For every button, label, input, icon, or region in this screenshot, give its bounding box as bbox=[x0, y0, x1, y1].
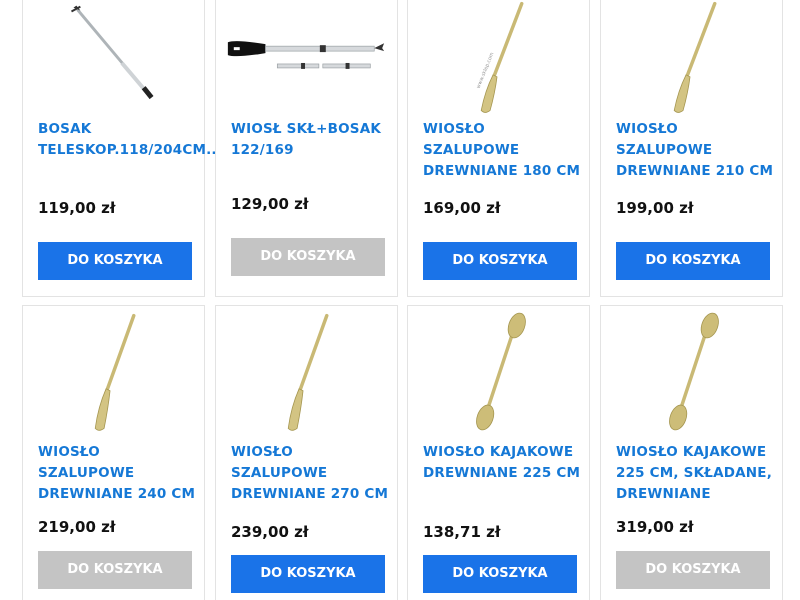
product-image[interactable]: www.sklep.com bbox=[408, 1, 589, 121]
product-title[interactable]: BOSAK TELESKOP.118/204CM.. bbox=[38, 119, 217, 161]
folding-paddle-boathook-icon bbox=[227, 41, 385, 69]
product-title-line[interactable]: WIOSŁ SKŁ+BOSAK bbox=[231, 119, 391, 140]
product-price: 169,00 zł bbox=[423, 199, 501, 217]
product-title-line[interactable]: DREWNIANE 225 CM bbox=[423, 463, 583, 484]
wooden-oar-icon bbox=[287, 313, 329, 431]
wooden-oar-icon bbox=[94, 313, 136, 431]
product-price: 319,00 zł bbox=[616, 518, 694, 536]
product-title-line[interactable]: DREWNIANE 210 CM bbox=[616, 161, 776, 182]
kayak-paddle-icon bbox=[476, 312, 526, 431]
wooden-oar-icon bbox=[673, 1, 717, 113]
product-card[interactable]: WIOSŁ SKŁ+BOSAK 122/169 129,00 zł DO KOS… bbox=[215, 0, 398, 297]
product-image[interactable] bbox=[216, 311, 397, 431]
product-title-line[interactable]: DREWNIANE 180 CM bbox=[423, 161, 583, 182]
product-title[interactable]: WIOSŁO SZALUPOWE DREWNIANE 240 CM bbox=[38, 442, 198, 505]
product-image[interactable] bbox=[23, 311, 204, 431]
product-title-line[interactable]: DREWNIANE 270 CM bbox=[231, 484, 391, 505]
product-image[interactable] bbox=[216, 1, 397, 121]
product-card[interactable]: BOSAK TELESKOP.118/204CM.. 119,00 zł DO … bbox=[22, 0, 217, 297]
product-title[interactable]: WIOSŁO SZALUPOWE DREWNIANE 270 CM bbox=[231, 442, 391, 505]
product-title[interactable]: WIOSŁ SKŁ+BOSAK 122/169 bbox=[231, 119, 391, 161]
product-title[interactable]: WIOSŁO SZALUPOWE DREWNIANE 180 CM bbox=[423, 119, 583, 182]
add-to-cart-button[interactable]: DO KOSZYKA bbox=[616, 242, 770, 280]
product-title-line[interactable]: WIOSŁO SZALUPOWE bbox=[231, 442, 391, 484]
add-to-cart-button[interactable]: DO KOSZYKA bbox=[616, 551, 770, 589]
add-to-cart-button[interactable]: DO KOSZYKA bbox=[423, 242, 577, 280]
product-title-line[interactable]: WIOSŁO SZALUPOWE bbox=[38, 442, 198, 484]
product-card[interactable]: WIOSŁO SZALUPOWE DREWNIANE 210 CM 199,00… bbox=[600, 0, 783, 297]
product-title-line[interactable]: WIOSŁO SZALUPOWE bbox=[616, 119, 776, 161]
product-price: 119,00 zł bbox=[38, 199, 116, 217]
product-price: 239,00 zł bbox=[231, 523, 309, 541]
product-card[interactable]: WIOSŁO KAJAKOWE DREWNIANE 225 CM 138,71 … bbox=[407, 305, 590, 600]
product-title[interactable]: WIOSŁO KAJAKOWE 225 CM, SKŁADANE, DREWNI… bbox=[616, 442, 776, 505]
product-price: 129,00 zł bbox=[231, 195, 309, 213]
product-title-line[interactable]: 225 CM, SKŁADANE, bbox=[616, 463, 776, 484]
product-title[interactable]: WIOSŁO KAJAKOWE DREWNIANE 225 CM bbox=[423, 442, 583, 484]
add-to-cart-button[interactable]: DO KOSZYKA bbox=[231, 238, 385, 276]
product-price: 138,71 zł bbox=[423, 523, 501, 541]
product-title-line[interactable]: 122/169 bbox=[231, 140, 391, 161]
product-image[interactable] bbox=[23, 1, 204, 121]
telescopic-boathook-icon bbox=[70, 5, 154, 100]
product-title-line[interactable]: DREWNIANE 240 CM bbox=[38, 484, 198, 505]
product-card[interactable]: WIOSŁO KAJAKOWE 225 CM, SKŁADANE, DREWNI… bbox=[600, 305, 783, 600]
add-to-cart-button[interactable]: DO KOSZYKA bbox=[423, 555, 577, 593]
product-title[interactable]: WIOSŁO SZALUPOWE DREWNIANE 210 CM bbox=[616, 119, 776, 182]
wooden-oar-icon: www.sklep.com bbox=[476, 1, 524, 113]
product-price: 199,00 zł bbox=[616, 199, 694, 217]
product-title-line[interactable]: TELESKOP.118/204CM.. bbox=[38, 140, 217, 161]
product-title-line[interactable]: WIOSŁO KAJAKOWE bbox=[423, 442, 583, 463]
product-image[interactable] bbox=[601, 311, 782, 431]
product-card[interactable]: WIOSŁO SZALUPOWE DREWNIANE 240 CM 219,00… bbox=[22, 305, 205, 600]
product-title-line[interactable]: DREWNIANE bbox=[616, 484, 776, 505]
product-title-line[interactable]: WIOSŁO SZALUPOWE bbox=[423, 119, 583, 161]
product-price: 219,00 zł bbox=[38, 518, 116, 536]
kayak-paddle-icon bbox=[669, 312, 719, 431]
add-to-cart-button[interactable]: DO KOSZYKA bbox=[231, 555, 385, 593]
product-title-line[interactable]: BOSAK bbox=[38, 119, 198, 140]
product-card[interactable]: WIOSŁO SZALUPOWE DREWNIANE 270 CM 239,00… bbox=[215, 305, 398, 600]
product-title-line[interactable]: WIOSŁO KAJAKOWE bbox=[616, 442, 776, 463]
add-to-cart-button[interactable]: DO KOSZYKA bbox=[38, 551, 192, 589]
product-card[interactable]: www.sklep.com WIOSŁO SZALUPOWE DREWNIANE… bbox=[407, 0, 590, 297]
product-image[interactable] bbox=[408, 311, 589, 431]
add-to-cart-button[interactable]: DO KOSZYKA bbox=[38, 242, 192, 280]
product-grid: BOSAK TELESKOP.118/204CM.. 119,00 zł DO … bbox=[0, 0, 800, 600]
product-image[interactable] bbox=[601, 1, 782, 121]
